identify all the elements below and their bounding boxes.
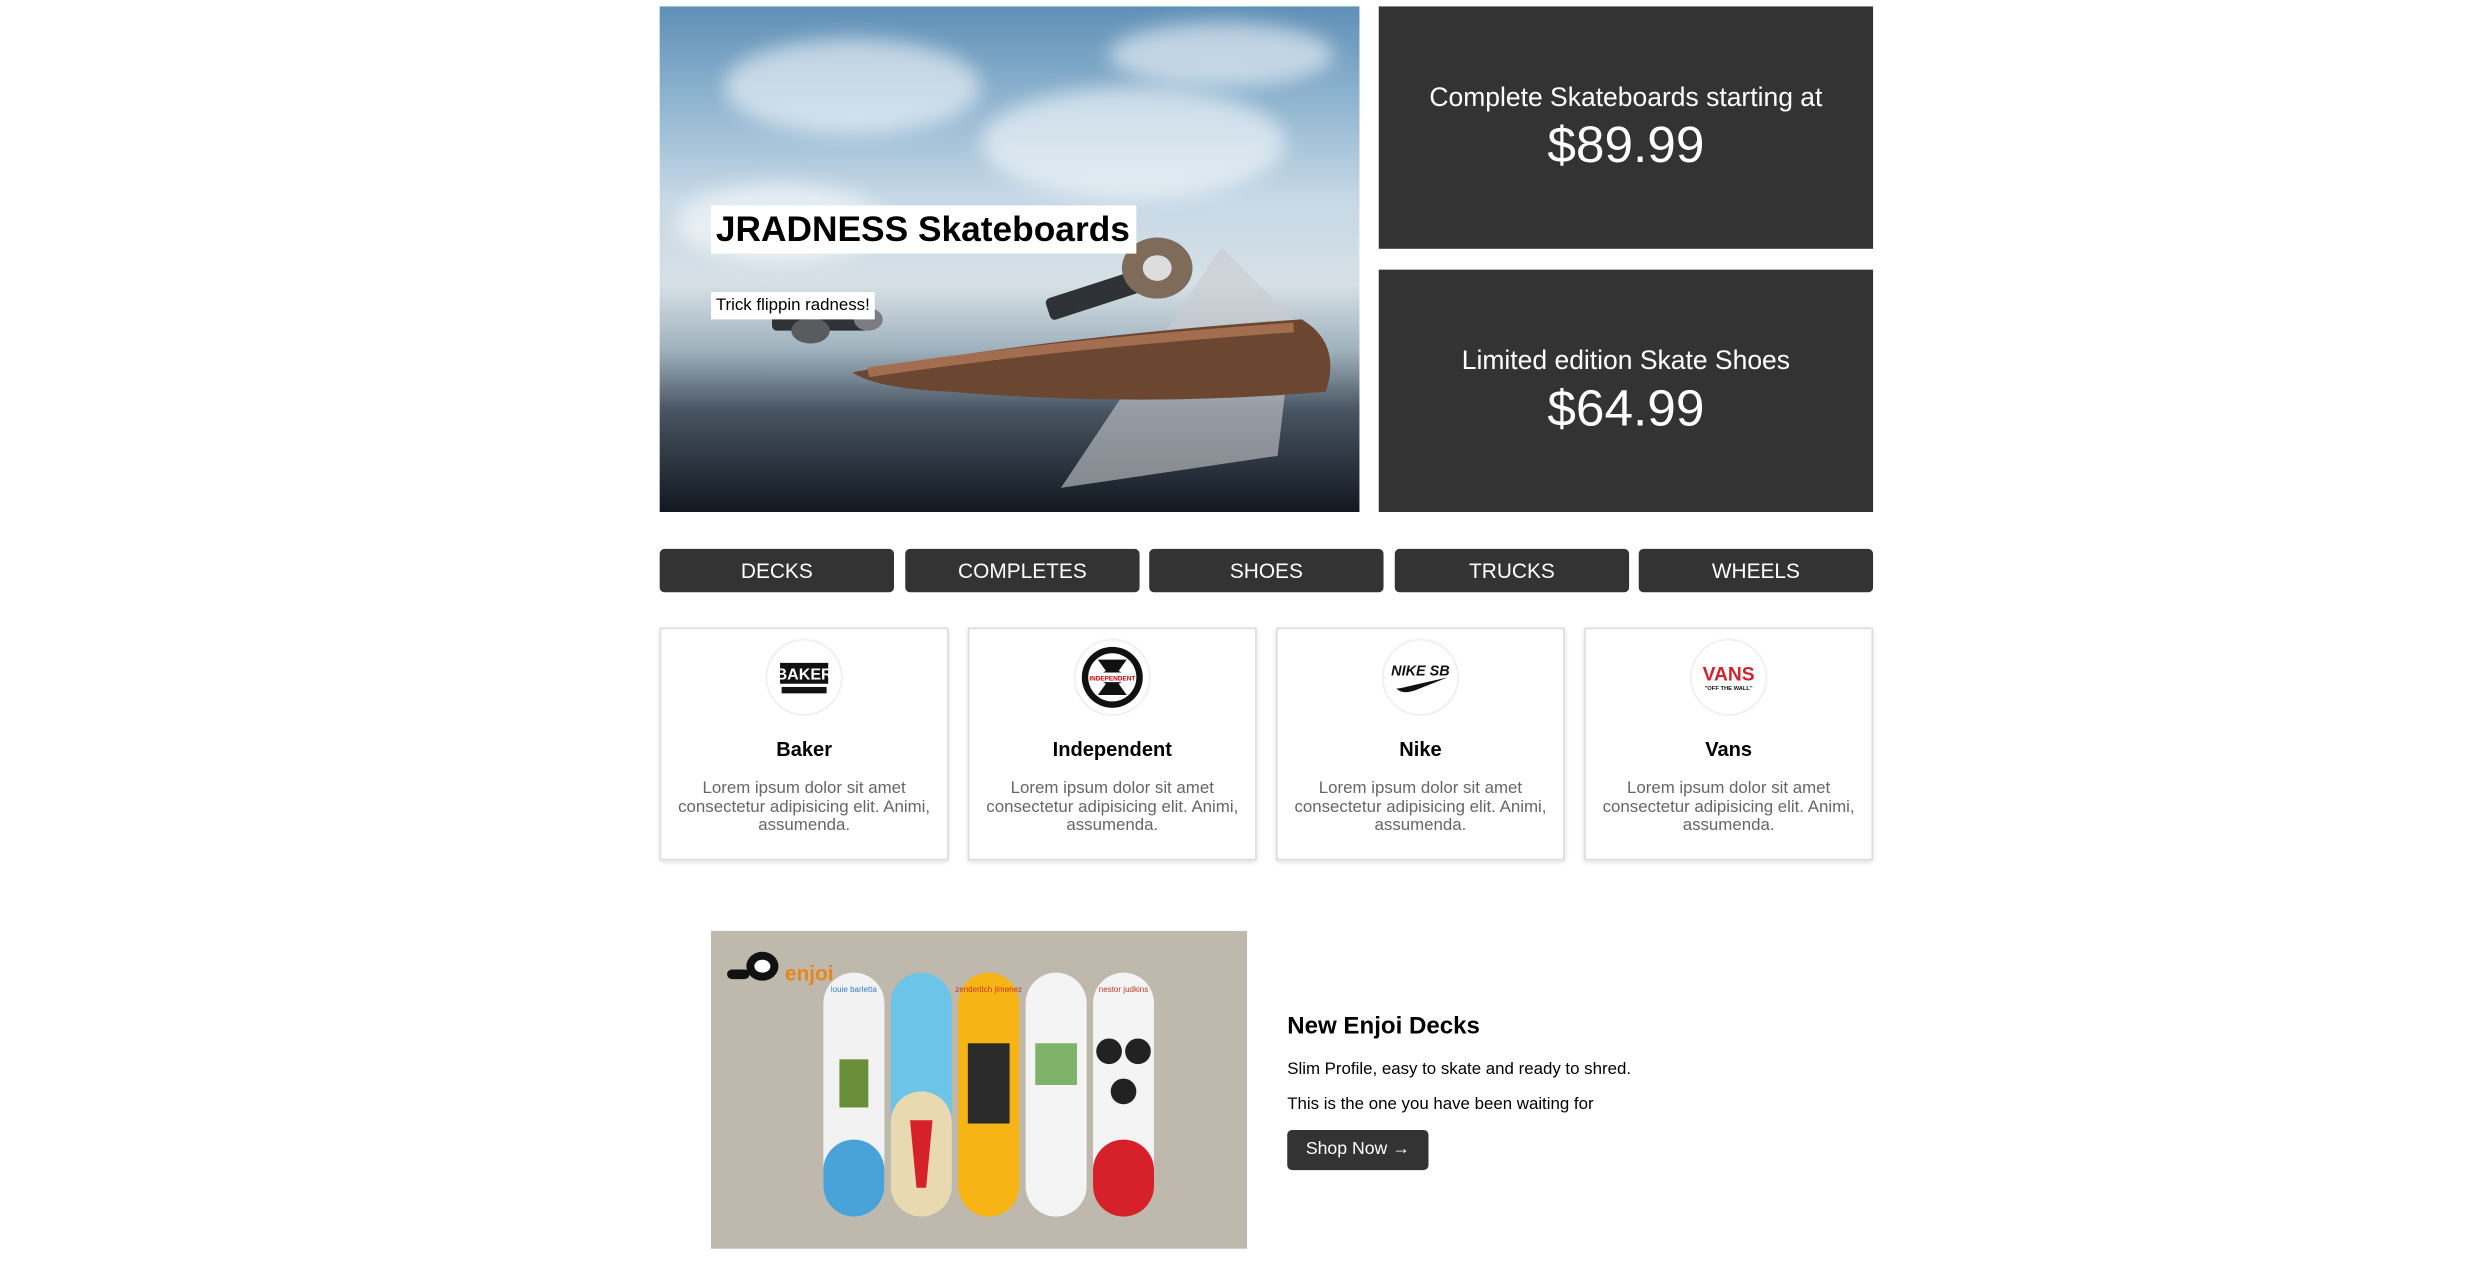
- brand-card-baker[interactable]: BAKER Baker Lorem ipsum dolor sit amet c…: [659, 627, 949, 861]
- promo-complete-skateboards[interactable]: Complete Skateboards starting at $89.99: [1378, 6, 1874, 249]
- nav-completes-button[interactable]: COMPLETES: [905, 548, 1140, 593]
- promo-price: $64.99: [1547, 378, 1705, 437]
- hero-banner: JRADNESS Skateboards Trick flippin radne…: [659, 6, 1360, 513]
- brand-card-independent[interactable]: INDEPENDENT Independent Lorem ipsum dolo…: [967, 627, 1257, 861]
- brand-description: Lorem ipsum dolor sit amet consectetur a…: [1602, 778, 1855, 835]
- brand-name: Nike: [1399, 738, 1442, 761]
- promo-label: Limited edition Skate Shoes: [1461, 346, 1791, 376]
- baker-logo-text: BAKER: [776, 666, 833, 684]
- deck-name-3: zenderitch jimenez: [955, 985, 1022, 994]
- skateboard-image: [772, 237, 1331, 488]
- promo-price: $89.99: [1547, 115, 1705, 174]
- nav-decks-button[interactable]: DECKS: [659, 548, 895, 593]
- nike-logo: NIKE SB: [1383, 640, 1458, 715]
- brand-description: Lorem ipsum dolor sit amet consectetur a…: [1294, 778, 1547, 835]
- feature-title: New Enjoi Decks: [1287, 1012, 1480, 1041]
- independent-logo-text: INDEPENDENT: [1089, 676, 1135, 683]
- brand-name: Baker: [776, 738, 833, 761]
- page: JRADNESS Skateboards Trick flippin radne…: [0, 0, 2491, 1274]
- baker-logo: BAKER: [767, 640, 842, 715]
- deck-name-1: louie barletta: [831, 985, 877, 994]
- vans-logo-tagline: "OFF THE WALL": [1705, 686, 1753, 692]
- independent-logo: INDEPENDENT: [1075, 640, 1150, 715]
- brand-name: Vans: [1705, 738, 1753, 761]
- feature-line-1: Slim Profile, easy to skate and ready to…: [1287, 1059, 1632, 1079]
- brand-description: Lorem ipsum dolor sit amet consectetur a…: [678, 778, 931, 835]
- nav-shoes-button[interactable]: SHOES: [1149, 548, 1384, 593]
- hero-tagline: Trick flippin radness!: [711, 292, 875, 320]
- vans-logo: VANS "OFF THE WALL": [1691, 640, 1766, 715]
- nav-wheels-button[interactable]: WHEELS: [1638, 548, 1874, 593]
- nav-trucks-button[interactable]: TRUCKS: [1394, 548, 1630, 593]
- shop-now-button[interactable]: Shop Now →: [1287, 1129, 1429, 1171]
- enjoi-decks-image: enjoi louie barletta zenderitch jimenez: [711, 930, 1248, 1249]
- brand-card-nike[interactable]: NIKE SB Nike Lorem ipsum dolor sit amet …: [1275, 627, 1565, 861]
- hero-title: JRADNESS Skateboards: [711, 205, 1137, 254]
- promo-label: Complete Skateboards starting at: [1429, 83, 1823, 113]
- enjoi-logo-text: enjoi: [785, 963, 834, 986]
- vans-logo-text: VANS: [1703, 665, 1755, 686]
- deck-name-5: nestor judkins: [1099, 985, 1148, 994]
- brand-name: Independent: [1052, 738, 1172, 761]
- feature-line-2: This is the one you have been waiting fo…: [1287, 1094, 1594, 1114]
- nike-logo-text: NIKE SB: [1391, 664, 1450, 680]
- brand-card-vans[interactable]: VANS "OFF THE WALL" Vans Lorem ipsum dol…: [1584, 627, 1874, 861]
- brand-description: Lorem ipsum dolor sit amet consectetur a…: [986, 778, 1239, 835]
- promo-skate-shoes[interactable]: Limited edition Skate Shoes $64.99: [1378, 269, 1874, 513]
